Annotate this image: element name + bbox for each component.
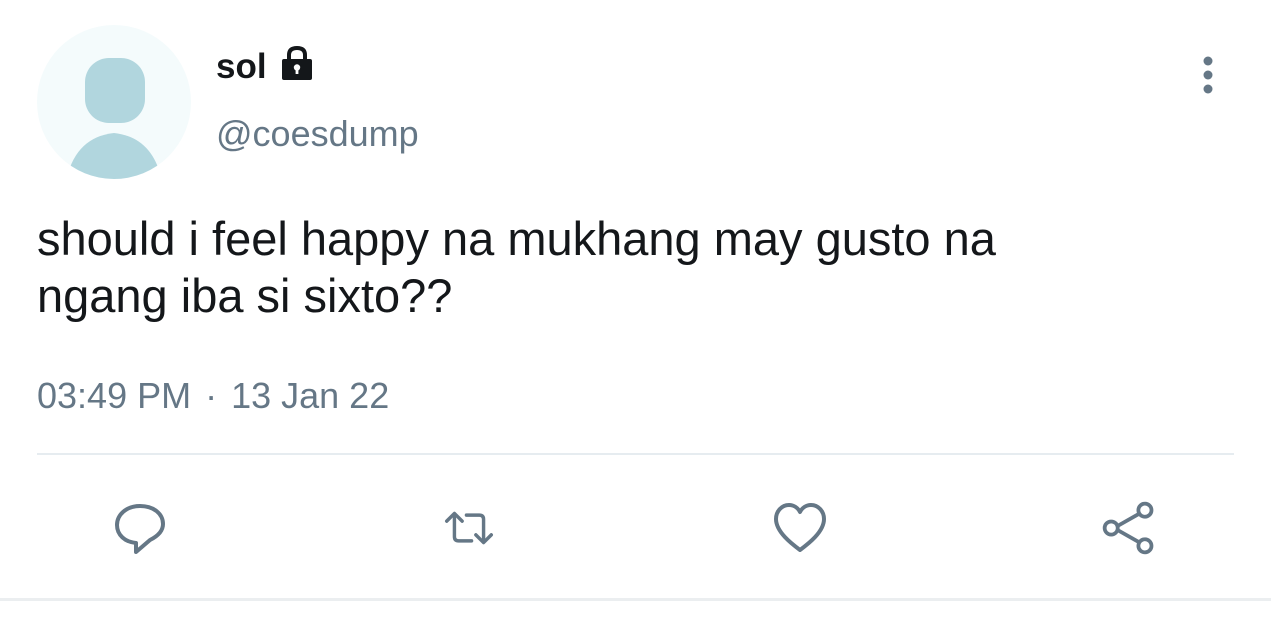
tweet-date: 13 Jan 22: [231, 375, 390, 416]
default-avatar-icon: [67, 58, 161, 179]
lock-icon: [277, 44, 317, 84]
reply-button[interactable]: [110, 498, 170, 558]
speech-bubble-icon: [115, 504, 165, 554]
avatar[interactable]: [37, 25, 191, 179]
tweet-timestamp[interactable]: 03:49 PM · 13 Jan 22: [37, 372, 389, 420]
timestamp-separator: ·: [205, 375, 218, 416]
divider: [37, 453, 1234, 455]
display-name[interactable]: sol: [216, 42, 267, 92]
share-icon: [1102, 501, 1154, 555]
like-button[interactable]: [770, 498, 830, 558]
share-button[interactable]: [1099, 498, 1159, 558]
user-name-row: sol: [216, 42, 317, 92]
vertical-dots-icon: [1203, 56, 1213, 94]
heart-icon: [774, 503, 826, 552]
more-options-button[interactable]: [1188, 52, 1228, 98]
user-handle[interactable]: @coesdump: [216, 110, 419, 158]
bottom-divider: [0, 598, 1271, 601]
retweet-icon: [445, 511, 493, 545]
tweet-card: sol @coesdump should i feel happy na muk…: [0, 0, 1271, 618]
tweet-time: 03:49 PM: [37, 375, 192, 416]
retweet-button[interactable]: [439, 498, 499, 558]
tweet-text: should i feel happy na mukhang may gusto…: [37, 212, 996, 322]
